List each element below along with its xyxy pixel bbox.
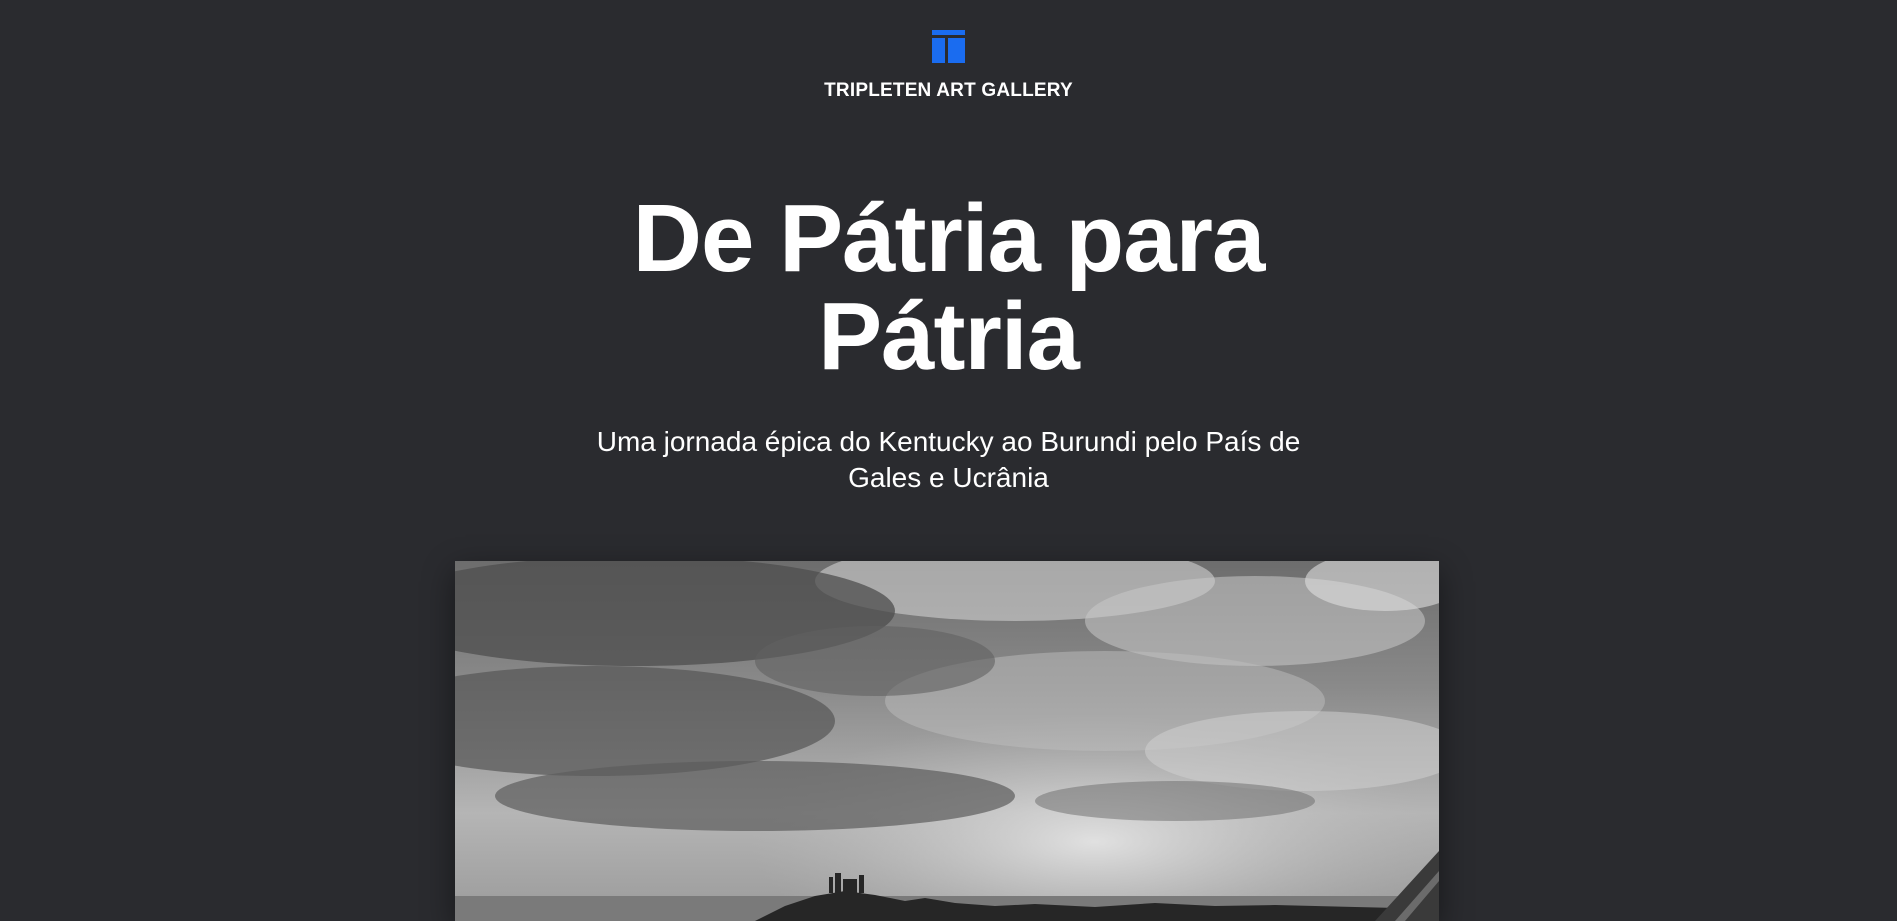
- hero-section: De Pátria para Pátria Uma jornada épica …: [0, 190, 1897, 496]
- gallery-logo-icon: [931, 30, 965, 63]
- brand-name: TRIPLETEN ART GALLERY: [824, 80, 1073, 101]
- page-subtitle: Uma jornada épica do Kentucky ao Burundi…: [596, 426, 1301, 493]
- page-title: De Pátria para Pátria: [632, 185, 1266, 390]
- cover-photo: [455, 561, 1439, 921]
- page: TRIPLETEN ART GALLERY De Pátria para Pát…: [0, 0, 1897, 921]
- site-header: TRIPLETEN ART GALLERY: [0, 30, 1897, 102]
- logo-link[interactable]: TRIPLETEN ART GALLERY: [824, 30, 1073, 102]
